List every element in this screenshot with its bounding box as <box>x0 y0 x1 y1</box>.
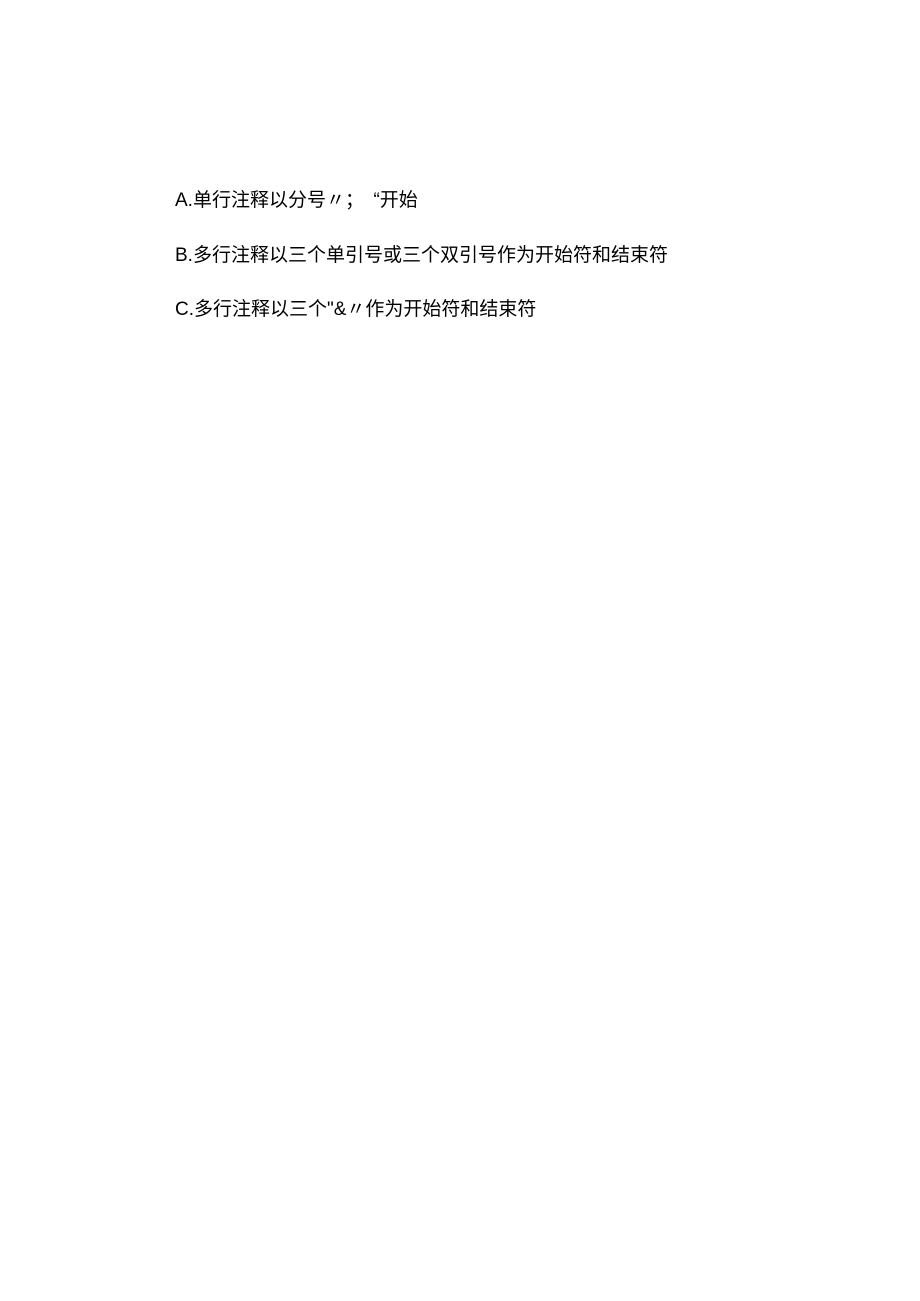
option-b: B.多行注释以三个单引号或三个双引号作为开始符和结束符 <box>175 243 668 270</box>
question-options: A.单行注释以分号〃； “开始 B.多行注释以三个单引号或三个双引号作为开始符和… <box>175 188 668 352</box>
option-a: A.单行注释以分号〃； “开始 <box>175 188 668 215</box>
option-c: C.多行注释以三个"&〃作为开始符和结束符 <box>175 297 668 324</box>
